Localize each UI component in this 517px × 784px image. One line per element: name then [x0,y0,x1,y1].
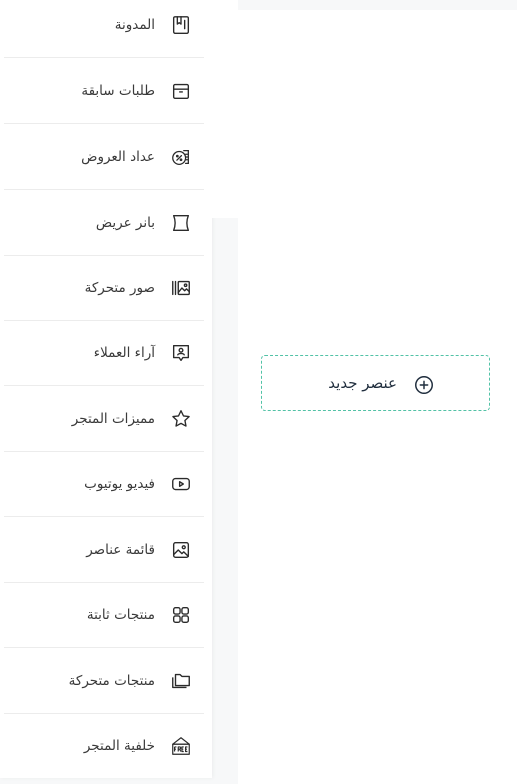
sidebar-item-testimonials[interactable]: آراء العملاء [4,320,204,386]
sidebar-item-blog[interactable]: المدونة [4,0,204,58]
sidebar-item-label: منتجات ثابتة [86,606,155,623]
sidebar-item-store-features[interactable]: مميزات المتجر [4,386,204,452]
add-new-element-button[interactable]: عنصر جديد [261,355,490,411]
add-new-element-label: عنصر جديد [328,374,397,392]
box-icon [170,80,192,102]
sidebar-item-animated-products[interactable]: منتجات متحركة [4,648,204,714]
sidebar-item-label: فيديو يوتيوب [84,475,155,492]
wide-banner-icon [170,212,192,234]
sidebar-item-label: المدونة [114,16,155,33]
testimonials-icon [170,342,192,364]
sidebar-item-label: آراء العملاء [93,344,155,361]
sidebar-item-label: خلفية المتجر [83,737,155,754]
sidebar-item-label: طلبات سابقة [81,82,155,99]
sidebar-item-label: قائمة عناصر [86,541,155,558]
sidebar-item-store-background[interactable]: خلفية المتجر [4,713,204,778]
image-list-icon [170,539,192,561]
plus-circle-icon [413,374,435,396]
sidebar-item-youtube-video[interactable]: فيديو يوتيوب [4,451,204,517]
free-store-icon [170,735,192,757]
grid-icon [170,604,192,626]
sidebar-item-label: صور متحركة [84,279,155,296]
sidebar-item-fixed-products[interactable]: منتجات ثابتة [4,582,204,648]
youtube-icon [170,473,192,495]
sidebar-item-wide-banner[interactable]: بانر عريض [4,190,204,256]
sidebar-item-items-list[interactable]: قائمة عناصر [4,517,204,583]
sidebar-item-label: بانر عريض [95,214,155,231]
sidebar-item-label: منتجات متحركة [68,672,155,689]
slider-images-icon [170,277,192,299]
sidebar-item-label: مميزات المتجر [71,410,155,427]
sections-sidebar: المدونة طلبات سابقة عداد العروض بانر عري… [0,0,212,778]
sidebar-edge [212,0,238,218]
sidebar-item-offer-counter[interactable]: عداد العروض [4,124,204,190]
sidebar-item-label: عداد العروض [81,148,155,165]
sidebar-item-previous-orders[interactable]: طلبات سابقة [4,58,204,124]
sidebar-item-animated-images[interactable]: صور متحركة [4,255,204,321]
offer-counter-icon [170,146,192,168]
star-icon [170,408,192,430]
blog-icon [170,14,192,36]
folders-icon [170,670,192,692]
